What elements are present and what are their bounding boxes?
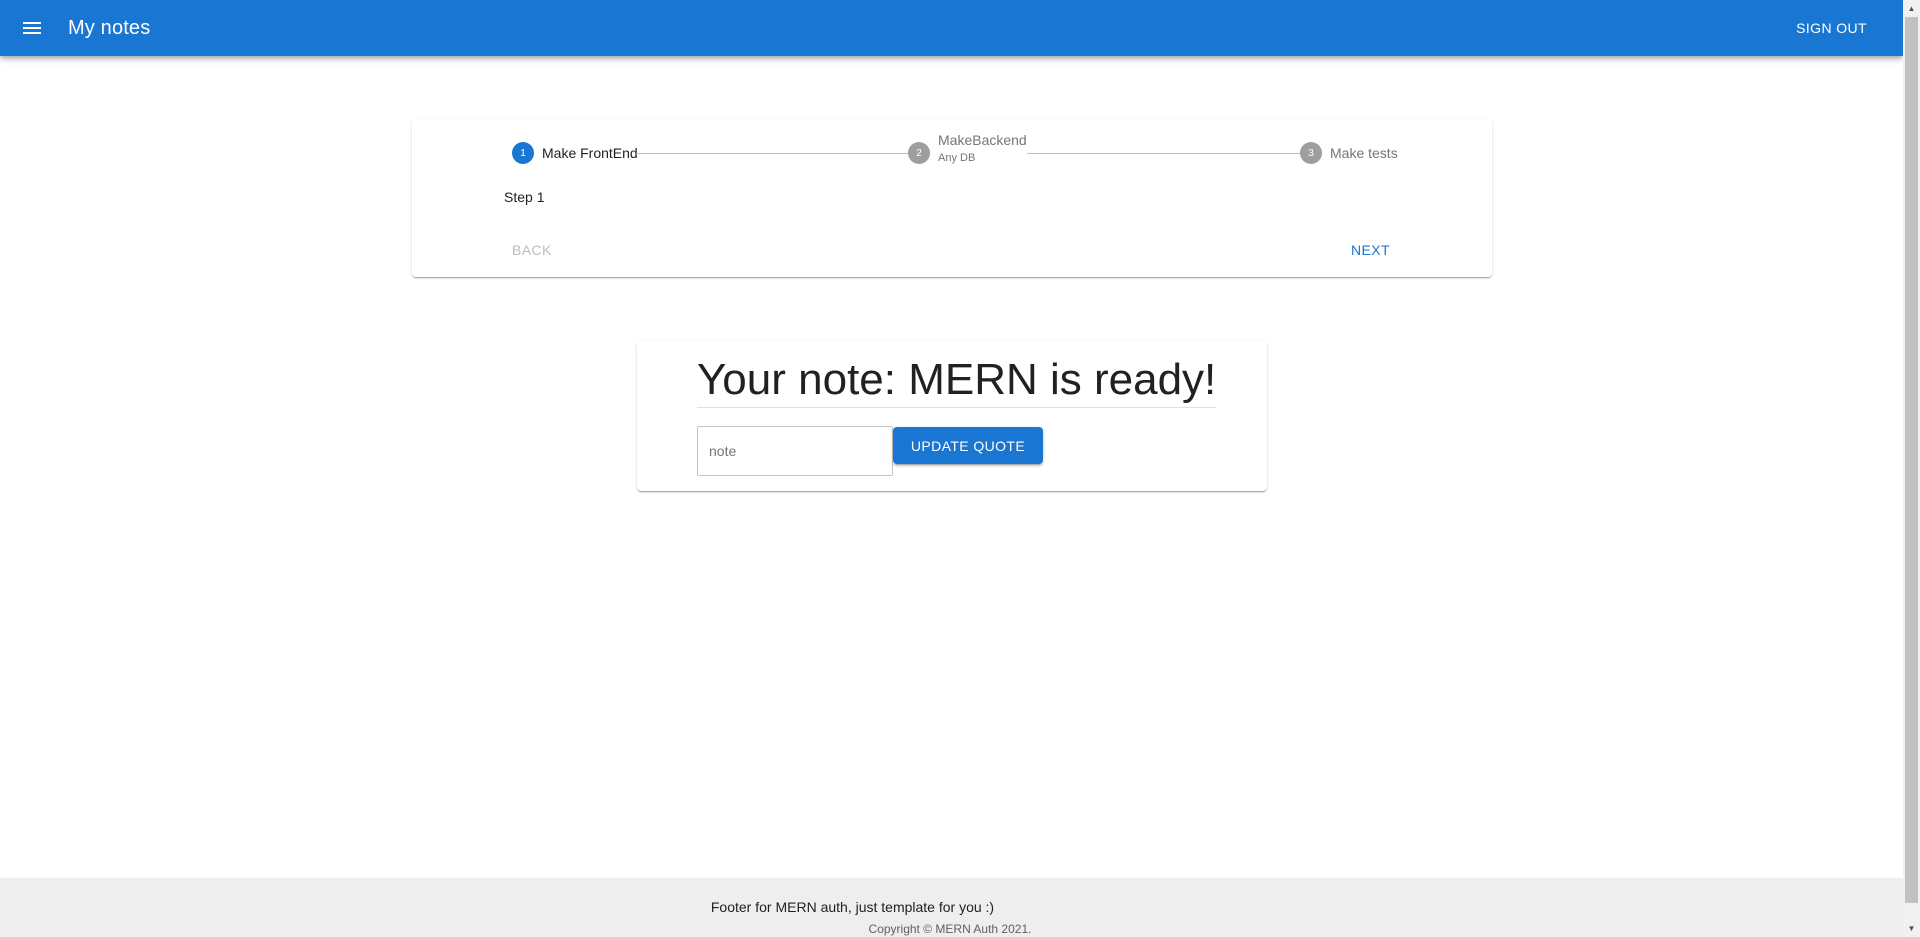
next-button[interactable]: NEXT <box>1343 236 1398 264</box>
page: My notes SIGN OUT 1 Make FrontEnd 2 Make… <box>0 0 1920 937</box>
sign-out-button[interactable]: SIGN OUT <box>1788 14 1875 42</box>
footer-copyright: Copyright © MERN Auth 2021. <box>868 922 1032 936</box>
step-3-number-icon: 3 <box>1300 142 1322 164</box>
update-quote-button[interactable]: UPDATE QUOTE <box>893 427 1043 464</box>
note-card: Your note: MERN is ready! UPDATE QUOTE <box>637 341 1267 491</box>
step-2[interactable]: 2 MakeBackend Any DB <box>908 132 1027 164</box>
app-bar: My notes SIGN OUT <box>0 0 1903 56</box>
note-input[interactable] <box>697 426 893 476</box>
hamburger-menu-icon <box>23 22 41 34</box>
note-heading: Your note: MERN is ready! <box>697 355 1217 408</box>
step-2-sublabel: Any DB <box>938 152 976 164</box>
scrollbar-thumb[interactable] <box>1905 17 1918 903</box>
step-connector-2 <box>1027 153 1303 154</box>
step-1[interactable]: 1 Make FrontEnd <box>512 142 638 164</box>
scroll-up-arrow-icon[interactable]: ▲ <box>1903 0 1920 17</box>
step-2-label: MakeBackend <box>938 132 1027 148</box>
step-2-number-icon: 2 <box>908 142 930 164</box>
app-title: My notes <box>68 16 151 39</box>
step-content: Step 1 <box>504 189 545 205</box>
menu-button[interactable] <box>8 4 56 52</box>
scroll-down-arrow-icon[interactable]: ▼ <box>1903 920 1920 937</box>
scrollbar[interactable]: ▲ ▼ <box>1903 0 1920 937</box>
footer: Footer for MERN auth, just template for … <box>0 878 1903 937</box>
footer-text: Footer for MERN auth, just template for … <box>710 899 995 915</box>
step-3[interactable]: 3 Make tests <box>1300 142 1398 164</box>
step-1-number-icon: 1 <box>512 142 534 164</box>
back-button[interactable]: BACK <box>504 236 560 264</box>
stepper-card: 1 Make FrontEnd 2 MakeBackend Any DB 3 M… <box>412 119 1492 277</box>
step-connector-1 <box>636 153 916 154</box>
step-1-label: Make FrontEnd <box>542 145 638 161</box>
step-3-label: Make tests <box>1330 145 1398 161</box>
